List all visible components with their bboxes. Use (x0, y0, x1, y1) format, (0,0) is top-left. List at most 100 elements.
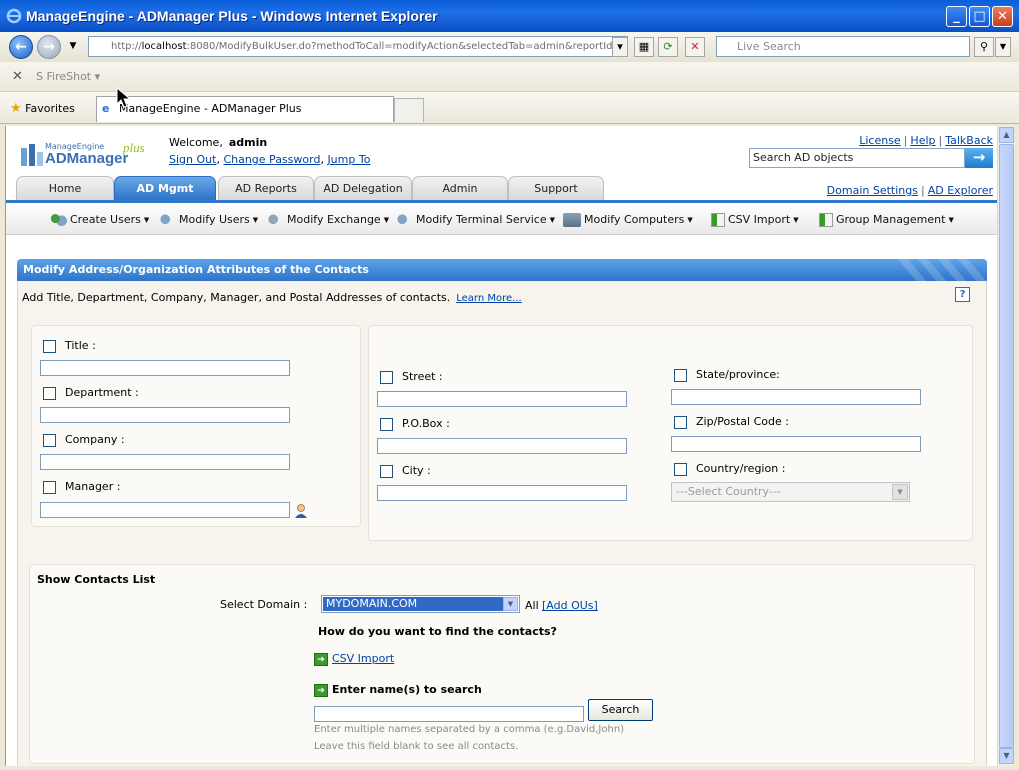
zip-checkbox[interactable] (674, 415, 687, 429)
city-input[interactable] (377, 485, 627, 501)
help-icon[interactable]: ? (955, 287, 970, 302)
minimize-button[interactable]: _ (946, 6, 967, 27)
enter-names-label: Enter name(s) to search (332, 683, 482, 696)
csv-import-option[interactable]: ➔ CSV Import (314, 652, 394, 666)
tab-ad-delegation[interactable]: AD Delegation (314, 176, 412, 200)
tab-admin[interactable]: Admin (412, 176, 508, 200)
fireshot-icon: S (36, 70, 47, 83)
new-tab-button[interactable] (394, 98, 424, 122)
domain-settings-link[interactable]: Domain Settings (827, 184, 918, 197)
search-icon[interactable]: ⚲ (974, 37, 994, 57)
manager-checkbox[interactable] (43, 480, 56, 494)
search-ad-objects-input[interactable]: Search AD objects (749, 148, 965, 168)
fireshot-button[interactable]: S FireShot ▾ (36, 70, 100, 83)
live-search-input[interactable]: Live Search (716, 36, 970, 57)
modify-users-menu[interactable]: Modify Users ▼ (158, 213, 258, 227)
department-input[interactable] (40, 407, 290, 423)
csv-import-menu[interactable]: CSV Import ▼ (711, 213, 799, 227)
history-dropdown-icon[interactable]: ▼ (63, 37, 83, 57)
scroll-thumb[interactable] (999, 144, 1014, 748)
country-checkbox[interactable] (674, 462, 687, 476)
forward-button[interactable]: → (37, 35, 61, 59)
title-checkbox-row[interactable]: Title : (43, 339, 96, 353)
manager-checkbox-row[interactable]: Manager : (43, 480, 120, 494)
modify-exchange-label: Modify Exchange (287, 213, 381, 226)
close-toolbar-icon[interactable]: ✕ (12, 69, 23, 84)
po-box-checkbox[interactable] (380, 417, 393, 431)
ad-explorer-link[interactable]: AD Explorer (928, 184, 993, 197)
modify-terminal-service-menu[interactable]: Modify Terminal Service ▼ (395, 213, 555, 227)
city-checkbox[interactable] (380, 464, 393, 478)
search-button[interactable]: Search (588, 699, 653, 721)
tab-home[interactable]: Home (16, 176, 114, 200)
street-checkbox-row[interactable]: Street : (380, 370, 443, 384)
po-box-input[interactable] (377, 438, 627, 454)
all-label: All (525, 599, 539, 612)
zip-label: Zip/Postal Code : (696, 415, 789, 428)
scroll-up-icon[interactable]: ▲ (999, 127, 1014, 143)
group-management-label: Group Management (836, 213, 946, 226)
browser-tab[interactable]: e ManageEngine - ADManager Plus (96, 96, 394, 122)
country-select[interactable]: ---Select Country--- ▼ (671, 482, 910, 502)
csv-import-link[interactable]: CSV Import (332, 652, 394, 665)
welcome-label: Welcome, (169, 136, 223, 149)
url-rest: :8080/ModifyBulkUser.do?methodToCall=mod… (186, 41, 628, 52)
tab-support[interactable]: Support (508, 176, 604, 200)
zip-checkbox-row[interactable]: Zip/Postal Code : (674, 415, 789, 429)
create-users-menu[interactable]: Create Users ▼ (49, 213, 149, 227)
learn-more-link[interactable]: Learn More... (456, 293, 521, 304)
zip-input[interactable] (671, 436, 921, 452)
company-checkbox-row[interactable]: Company : (43, 433, 125, 447)
vertical-scrollbar[interactable]: ▲ ▼ (997, 126, 1014, 766)
city-checkbox-row[interactable]: City : (380, 464, 431, 478)
address-dropdown-icon[interactable]: ▾ (612, 37, 628, 57)
add-ous-link[interactable]: [Add OUs] (542, 599, 598, 612)
computer-icon (563, 213, 581, 227)
manager-input[interactable] (40, 502, 290, 518)
stop-icon[interactable]: ✕ (685, 37, 705, 57)
help-link[interactable]: Help (910, 134, 935, 147)
contact-names-input[interactable] (314, 706, 584, 722)
jump-to-link[interactable]: Jump To (327, 153, 370, 166)
title-input[interactable] (40, 360, 290, 376)
title-checkbox[interactable] (43, 339, 56, 353)
tab-ad-mgmt[interactable]: AD Mgmt (114, 176, 216, 200)
state-checkbox-row[interactable]: State/province: (674, 368, 780, 382)
compatibility-icon[interactable]: ▦ (634, 37, 654, 57)
state-input[interactable] (671, 389, 921, 405)
group-management-menu[interactable]: Group Management ▼ (819, 213, 954, 227)
back-button[interactable]: ← (9, 35, 33, 59)
company-input[interactable] (40, 454, 290, 470)
search-go-button[interactable]: → (965, 148, 993, 168)
refresh-icon[interactable]: ⟳ (658, 37, 678, 57)
sign-out-link[interactable]: Sign Out (169, 153, 216, 166)
country-checkbox-row[interactable]: Country/region : (674, 462, 785, 476)
fireshot-toolbar: ✕ S FireShot ▾ (0, 62, 1019, 92)
favorites-button[interactable]: ★ Favorites (10, 101, 75, 116)
po-box-checkbox-row[interactable]: P.O.Box : (380, 417, 450, 431)
street-checkbox[interactable] (380, 370, 393, 384)
create-users-label: Create Users (70, 213, 141, 226)
modify-exchange-menu[interactable]: Modify Exchange ▼ (266, 213, 389, 227)
change-password-link[interactable]: Change Password (223, 153, 320, 166)
window-title-bar[interactable]: ManageEngine - ADManager Plus - Windows … (0, 0, 1019, 32)
street-input[interactable] (377, 391, 627, 407)
submenu-bar: Create Users ▼ Modify Users ▼ Modify Excha… (6, 203, 997, 235)
license-link[interactable]: License (859, 134, 900, 147)
address-bar[interactable]: http://localhost:8080/ModifyBulkUser.do?… (88, 36, 628, 57)
select-manager-user-icon[interactable] (293, 503, 309, 519)
domain-select[interactable]: MYDOMAIN.COM ▼ (321, 595, 520, 613)
company-checkbox[interactable] (43, 433, 56, 447)
enter-names-option[interactable]: ➔ Enter name(s) to search (314, 683, 482, 697)
green-arrow-icon: ➔ (314, 652, 328, 666)
state-checkbox[interactable] (674, 368, 687, 382)
search-options-dropdown-icon[interactable]: ▼ (995, 37, 1011, 57)
department-checkbox[interactable] (43, 386, 56, 400)
modify-computers-menu[interactable]: Modify Computers ▼ (563, 213, 693, 227)
scroll-down-icon[interactable]: ▼ (999, 748, 1014, 764)
department-checkbox-row[interactable]: Department : (43, 386, 139, 400)
tab-ad-reports[interactable]: AD Reports (218, 176, 314, 200)
talkback-link[interactable]: TalkBack (945, 134, 993, 147)
maximize-button[interactable]: □ (969, 6, 990, 27)
close-window-button[interactable]: ✕ (992, 6, 1013, 27)
